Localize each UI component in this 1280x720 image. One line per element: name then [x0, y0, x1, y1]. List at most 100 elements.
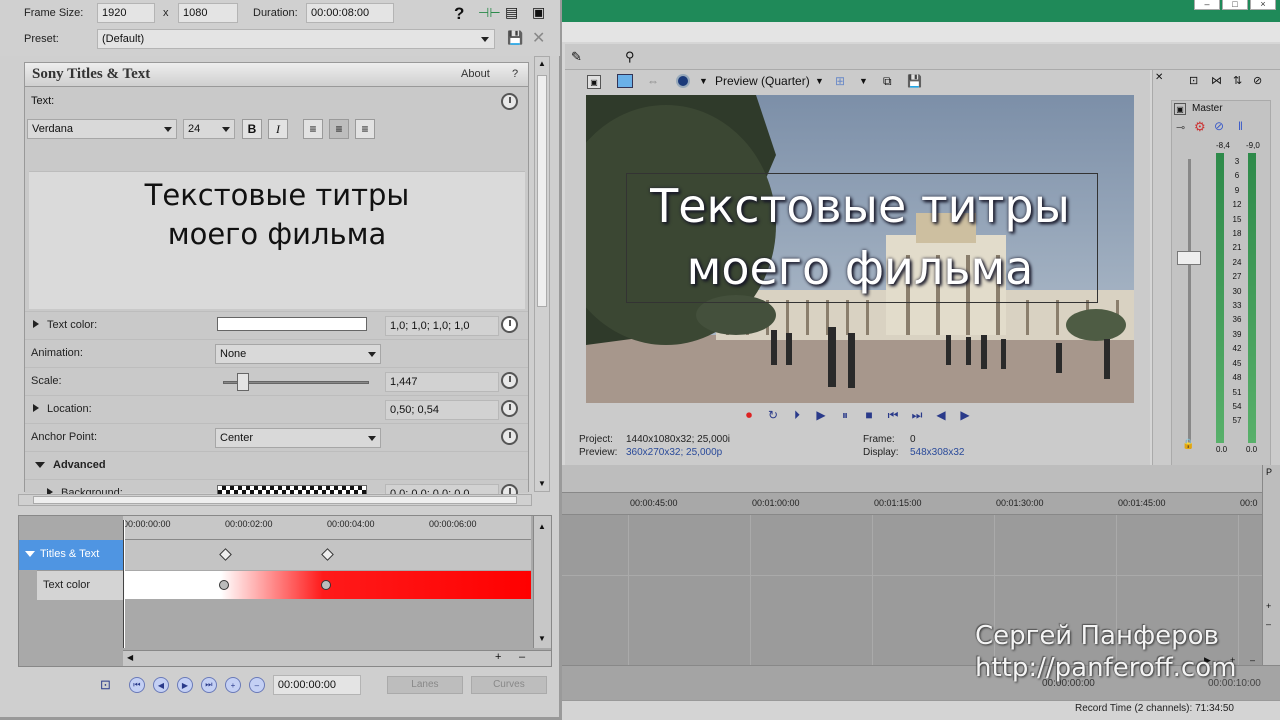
timeline-vertical-scrollbar[interactable]: P + –: [1262, 465, 1280, 665]
font-size-select[interactable]: 24: [183, 119, 235, 139]
scrollbar-thumb[interactable]: [33, 496, 517, 504]
copy-snapshot-icon[interactable]: ⧉: [883, 74, 892, 89]
dropper-icon[interactable]: ⚲: [625, 49, 635, 65]
keyframe-row-text-color[interactable]: [123, 571, 531, 599]
italic-button[interactable]: I: [268, 119, 288, 139]
sync-cursor-icon[interactable]: ⊣⊢: [478, 5, 501, 21]
keyframe-marker[interactable]: [219, 580, 229, 590]
animate-clock-icon[interactable]: [501, 372, 518, 389]
zoom-in-icon[interactable]: +: [1266, 601, 1271, 611]
animate-clock-icon[interactable]: [501, 428, 518, 445]
save-snapshot-icon[interactable]: 💾: [907, 74, 922, 88]
animation-select[interactable]: None: [215, 344, 381, 364]
video-frame[interactable]: Текстовые титры моего фильма: [586, 95, 1134, 403]
window-menu-icon[interactable]: ▣: [532, 4, 545, 21]
overlay-icon[interactable]: [676, 74, 690, 88]
keyframe-marker[interactable]: [321, 548, 334, 561]
align-right-icon[interactable]: ≡: [355, 119, 375, 139]
title-text-editor[interactable]: Текстовые титры моего фильма: [29, 176, 525, 254]
panel-vertical-scrollbar[interactable]: ▲ ▼: [534, 56, 550, 492]
track-titles-text[interactable]: Titles & Text: [19, 540, 123, 570]
scale-slider-thumb[interactable]: [237, 373, 249, 391]
stop-icon[interactable]: ■: [860, 406, 878, 424]
next-frame-icon[interactable]: ▶: [956, 406, 974, 424]
keyframe-time-input[interactable]: 00:00:00:00: [272, 675, 361, 695]
keyframe-horizontal-scrollbar[interactable]: ◀ + –: [123, 650, 551, 666]
anchor-select[interactable]: Center: [215, 428, 381, 448]
prev-keyframe-icon[interactable]: ◀: [152, 677, 169, 693]
keyframe-vertical-scrollbar[interactable]: ▲ ▼: [533, 516, 551, 648]
animate-clock-icon[interactable]: [501, 93, 518, 110]
curves-button[interactable]: Curves: [470, 676, 547, 694]
duration-input[interactable]: 00:00:08:00: [306, 3, 394, 23]
first-keyframe-icon[interactable]: ⏮: [128, 677, 145, 693]
collapse-icon[interactable]: [25, 551, 35, 557]
dropdown-arrow-icon[interactable]: ▼: [815, 76, 824, 86]
delete-preset-icon[interactable]: ✕: [532, 28, 545, 48]
sync-to-media-icon[interactable]: ⊡: [100, 677, 111, 693]
dropdown-arrow-icon[interactable]: ▼: [699, 76, 708, 86]
zoom-out-icon[interactable]: –: [519, 651, 525, 663]
split-screen-icon[interactable]: ▤: [505, 4, 518, 21]
next-keyframe-icon[interactable]: ▶: [176, 677, 193, 693]
record-icon[interactable]: ⏺: [740, 406, 758, 424]
close-icon[interactable]: ×: [1250, 0, 1276, 10]
align-left-icon[interactable]: ≡: [303, 119, 323, 139]
grid-icon[interactable]: ⊞: [835, 74, 845, 88]
track-text-color[interactable]: Text color: [37, 570, 123, 600]
pause-icon[interactable]: ⏸: [836, 406, 854, 424]
master-fader[interactable]: [1177, 251, 1201, 265]
scrollbar-thumb[interactable]: [537, 75, 547, 307]
scroll-up-icon[interactable]: ▲: [538, 59, 546, 68]
scroll-down-icon[interactable]: ▼: [538, 479, 546, 488]
zoom-in-icon[interactable]: +: [495, 651, 501, 663]
minimize-icon[interactable]: –: [1194, 0, 1220, 10]
frame-height-input[interactable]: 1080: [178, 3, 238, 23]
preset-select[interactable]: (Default): [97, 29, 495, 49]
text-edit-area[interactable]: Текстовые титры моего фильма: [29, 171, 525, 309]
paint-icon[interactable]: ✎: [571, 49, 582, 65]
playhead[interactable]: [123, 520, 125, 648]
lanes-button[interactable]: Lanes: [386, 676, 463, 694]
close-icon[interactable]: ✕: [1155, 72, 1163, 83]
question-icon[interactable]: ?: [454, 4, 464, 24]
fx-gear-icon[interactable]: ⚙: [1194, 119, 1206, 135]
text-color-swatch[interactable]: [217, 317, 367, 331]
scroll-down-icon[interactable]: ▼: [538, 634, 546, 643]
keyframe-ruler[interactable]: 00:00:00:00 00:00:02:00 00:00:04:00 00:0…: [123, 516, 531, 540]
save-preset-icon[interactable]: 💾: [507, 30, 523, 46]
bus-settings-icon[interactable]: ⊡: [1189, 74, 1198, 87]
prev-frame-icon[interactable]: ◀: [932, 406, 950, 424]
lock-icon[interactable]: 🔒: [1182, 439, 1194, 450]
panel-horizontal-scrollbar[interactable]: [18, 494, 532, 506]
expand-icon[interactable]: [33, 320, 39, 328]
monitor-icon[interactable]: [617, 74, 633, 88]
preview-quality-selector[interactable]: Preview (Quarter): [715, 74, 810, 88]
frame-width-input[interactable]: 1920: [97, 3, 155, 23]
bold-button[interactable]: B: [242, 119, 262, 139]
loop-icon[interactable]: ↻: [764, 406, 782, 424]
dropdown-arrow-icon[interactable]: ▼: [859, 76, 868, 86]
add-keyframe-icon[interactable]: +: [224, 677, 241, 693]
zoom-out-icon[interactable]: –: [1266, 619, 1271, 629]
expand-icon[interactable]: [33, 404, 39, 412]
maximize-icon[interactable]: □: [1222, 0, 1248, 10]
help-button[interactable]: ?: [512, 68, 518, 80]
keyframe-marker[interactable]: [219, 548, 232, 561]
downmix-icon[interactable]: ⋈: [1211, 74, 1222, 87]
go-to-end-icon[interactable]: ⏭: [908, 406, 926, 424]
scale-value[interactable]: 1,447: [385, 372, 499, 392]
scroll-up-icon[interactable]: ▲: [538, 522, 546, 531]
reset-icon[interactable]: ⊘: [1253, 74, 1262, 87]
split-screen-icon[interactable]: ⇔: [647, 74, 659, 88]
zoom-out-icon[interactable]: –: [1250, 655, 1255, 665]
insert-fx-icon[interactable]: ⊸: [1176, 121, 1185, 134]
animate-clock-icon[interactable]: [501, 316, 518, 333]
about-button[interactable]: About: [461, 68, 490, 80]
solo-icon[interactable]: ǁ: [1238, 119, 1243, 133]
master-icon[interactable]: ▣: [1174, 103, 1186, 115]
track-menu-icon[interactable]: P: [1266, 467, 1272, 477]
last-keyframe-icon[interactable]: ⏭: [200, 677, 217, 693]
collapse-icon[interactable]: [35, 462, 45, 468]
align-center-icon[interactable]: ≡: [329, 119, 349, 139]
